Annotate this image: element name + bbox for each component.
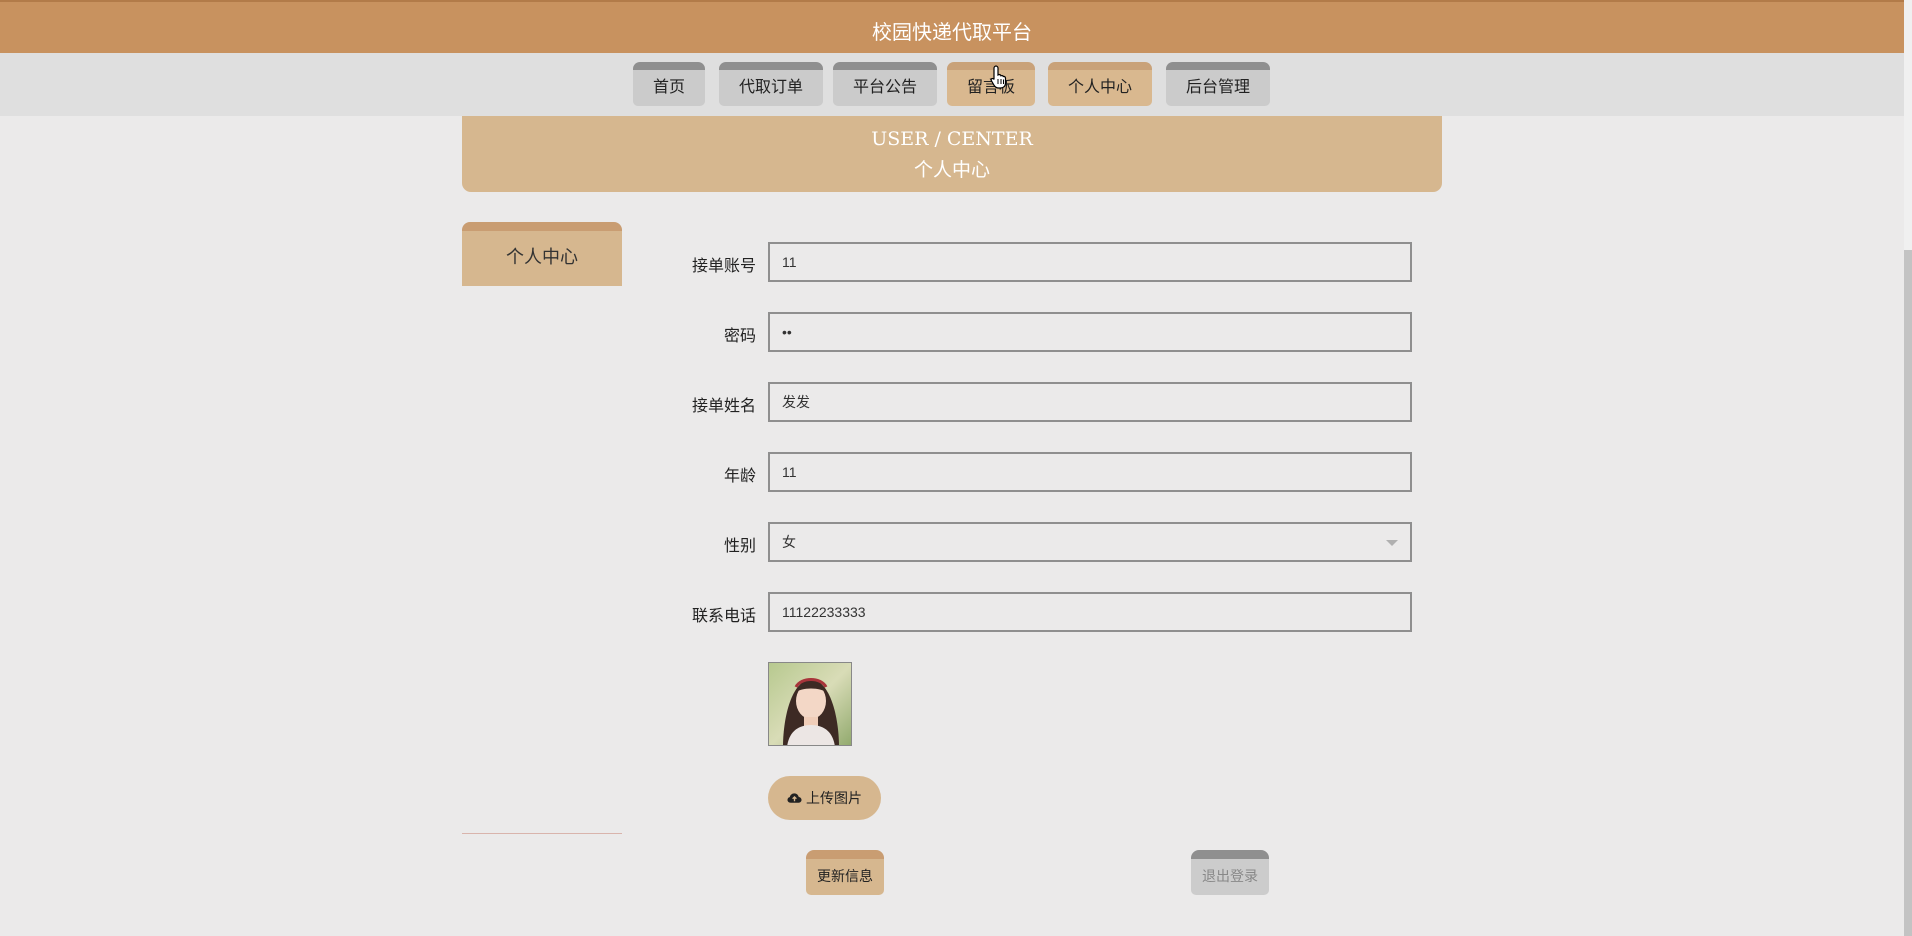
password-input[interactable]: •• bbox=[768, 312, 1412, 352]
gender-select[interactable]: 女 bbox=[768, 522, 1412, 562]
form-row-password: 密码 •• bbox=[660, 312, 1412, 352]
account-input[interactable]: 11 bbox=[768, 242, 1412, 282]
sidebar-item-personal-center[interactable]: 个人中心 bbox=[462, 222, 622, 286]
form-row-gender: 性别 女 bbox=[660, 522, 1412, 562]
upload-image-button[interactable]: 上传图片 bbox=[768, 776, 881, 820]
form-row-phone: 联系电话 11122233333 bbox=[660, 592, 1412, 632]
account-label: 接单账号 bbox=[691, 256, 756, 275]
avatar bbox=[768, 662, 852, 746]
age-label: 年龄 bbox=[723, 466, 756, 485]
gender-selected-value: 女 bbox=[782, 534, 796, 550]
nav-item-home[interactable]: 首页 bbox=[633, 62, 705, 106]
phone-input[interactable]: 11122233333 bbox=[768, 592, 1412, 632]
name-input[interactable]: 发发 bbox=[768, 382, 1412, 422]
nav-item-personal-center[interactable]: 个人中心 bbox=[1048, 62, 1152, 106]
password-label: 密码 bbox=[723, 326, 756, 345]
scrollbar-thumb[interactable] bbox=[1904, 250, 1912, 936]
nav-bar: 首页 代取订单 平台公告 留言板 个人中心 后台管理 bbox=[0, 53, 1904, 116]
sidebar-divider bbox=[462, 833, 622, 834]
update-info-button[interactable]: 更新信息 bbox=[806, 850, 884, 895]
avatar-image bbox=[769, 663, 851, 745]
nav-item-announcements[interactable]: 平台公告 bbox=[833, 62, 937, 106]
nav-item-admin[interactable]: 后台管理 bbox=[1166, 62, 1270, 106]
page-scrollbar[interactable] bbox=[1904, 0, 1912, 936]
form-row-age: 年龄 11 bbox=[660, 452, 1412, 492]
cloud-upload-icon bbox=[787, 793, 802, 803]
banner-title-en: USER / CENTER bbox=[871, 128, 1033, 150]
hand-cursor-icon bbox=[990, 65, 1007, 89]
banner-title-cn: 个人中心 bbox=[913, 159, 990, 181]
site-title: 校园快递代取平台 bbox=[872, 20, 1032, 44]
name-label: 接单姓名 bbox=[691, 396, 756, 415]
form-row-name: 接单姓名 发发 bbox=[660, 382, 1412, 422]
logout-button[interactable]: 退出登录 bbox=[1191, 850, 1269, 895]
header-bar: 校园快递代取平台 bbox=[0, 0, 1904, 53]
section-banner: USER / CENTER 个人中心 bbox=[462, 116, 1442, 192]
nav-item-orders[interactable]: 代取订单 bbox=[719, 62, 823, 106]
phone-label: 联系电话 bbox=[691, 606, 756, 625]
gender-label: 性别 bbox=[723, 536, 756, 555]
chevron-down-icon bbox=[1386, 540, 1398, 546]
upload-image-label: 上传图片 bbox=[806, 791, 862, 807]
age-input[interactable]: 11 bbox=[768, 452, 1412, 492]
form-row-account: 接单账号 11 bbox=[660, 242, 1412, 282]
